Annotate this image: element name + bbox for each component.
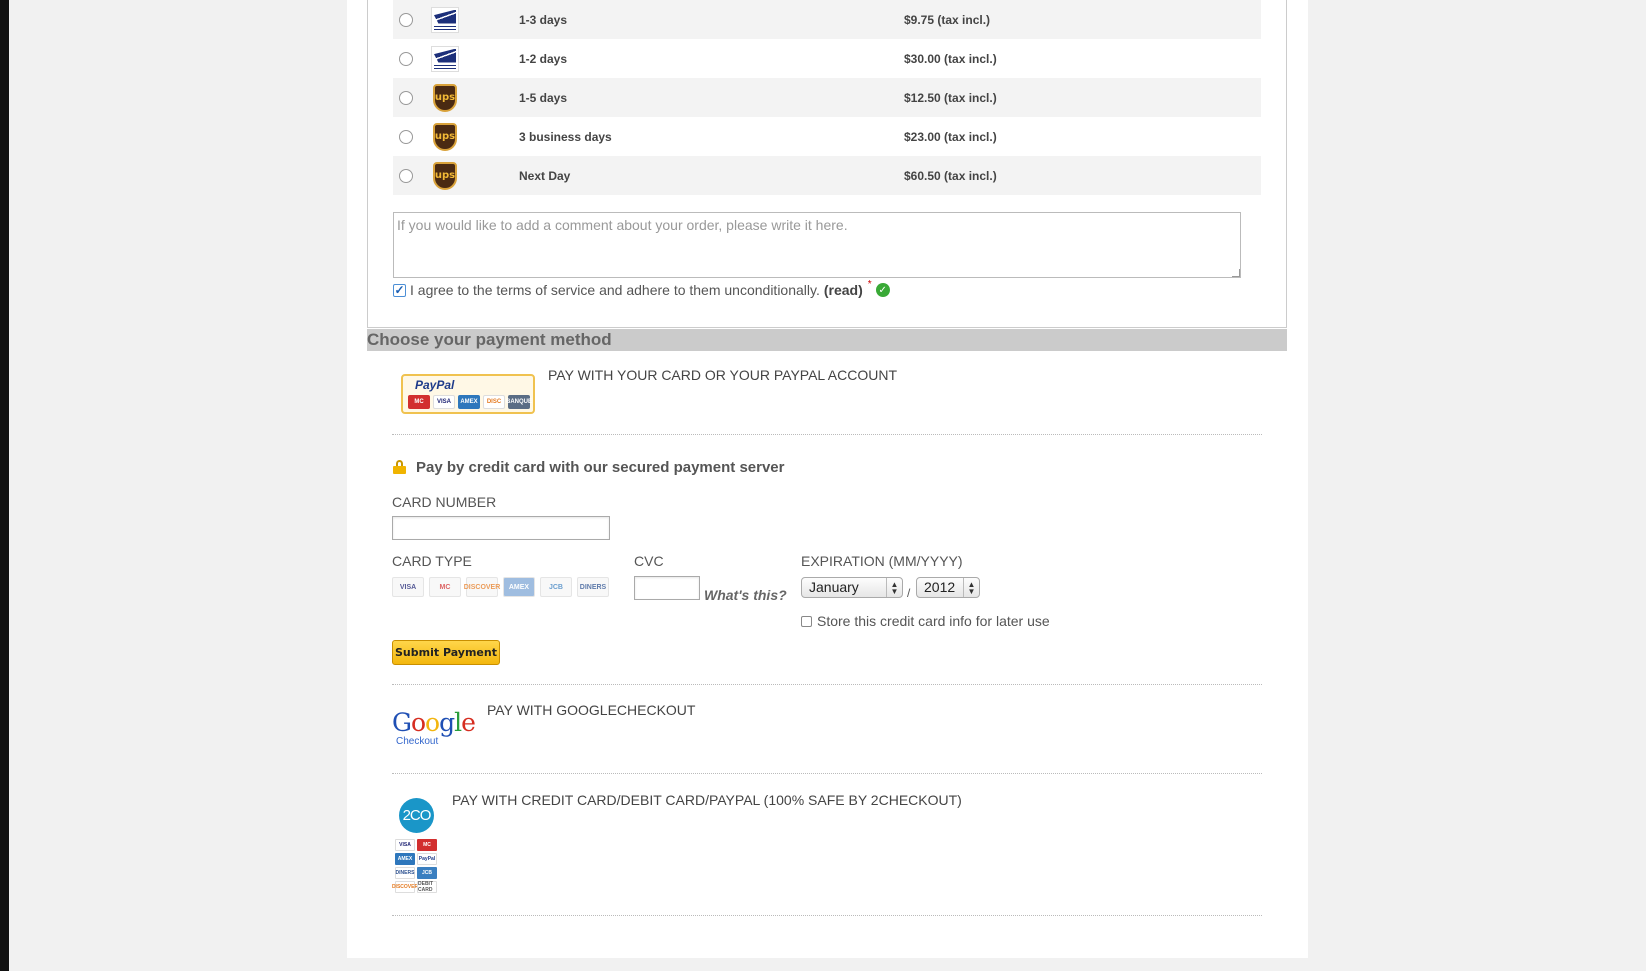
card-type-selector: VISA MC DISCOVER AMEX JCB DINERS (392, 577, 609, 597)
ups-icon: ups (431, 83, 459, 112)
carrier-price: $9.75 (tax incl.) (904, 12, 991, 27)
visa-icon: VISA (395, 839, 415, 851)
carrier-delay: 1-2 days (519, 51, 568, 66)
amex-icon: AMEX (458, 395, 480, 409)
twocheckout-logo[interactable]: 2CO (399, 798, 434, 833)
card-type-label: CARD TYPE (392, 553, 472, 569)
google-checkout-label[interactable]: PAY WITH GOOGLECHECKOUT (487, 702, 695, 718)
ups-icon: ups (431, 122, 459, 151)
check-ok-icon: ✓ (875, 283, 890, 297)
cvc-label: CVC (634, 553, 664, 569)
amex-icon: AMEX (395, 853, 415, 865)
twocheckout-option-label[interactable]: PAY WITH CREDIT CARD/DEBIT CARD/PAYPAL (… (452, 792, 962, 808)
paypal-card-icons: MC VISA AMEX DISC BANQUE (408, 395, 532, 409)
carrier-radio[interactable] (399, 12, 413, 27)
divider (392, 684, 1262, 685)
carrier-delay: 1-3 days (519, 12, 568, 27)
divider (392, 773, 1262, 774)
carrier-delay: 1-5 days (519, 90, 568, 105)
carrier-radio[interactable] (399, 51, 413, 66)
carrier-price: $12.50 (tax incl.) (904, 90, 997, 105)
paypal-logo[interactable]: PayPal MC VISA AMEX DISC BANQUE (401, 374, 535, 414)
carrier-radio[interactable] (399, 129, 413, 144)
paypal-icon: PayPal (417, 853, 437, 865)
select-arrows-icon: ▲ ▼ (963, 578, 979, 597)
carrier-list: 1-3 days $9.75 (tax incl.) 1-2 days $30.… (393, 0, 1261, 195)
carrier-option[interactable]: 1-2 days $30.00 (tax incl.) (393, 39, 1261, 78)
carrier-radio[interactable] (399, 168, 413, 183)
terms-checkbox[interactable]: ✓ (393, 283, 406, 297)
diners-icon: DINERS (395, 867, 415, 879)
carrier-option[interactable]: ups 1-5 days $12.50 (tax incl.) (393, 78, 1261, 117)
payment-section-title: Choose your payment method (367, 329, 1287, 351)
paypal-option-label[interactable]: PAY WITH YOUR CARD OR YOUR PAYPAL ACCOUN… (548, 367, 897, 383)
carrier-option[interactable]: ups Next Day $60.50 (tax incl.) (393, 156, 1261, 195)
carrier-option[interactable]: ups 3 business days $23.00 (tax incl.) (393, 117, 1261, 156)
twocheckout-card-icons: VISA MC AMEX PayPal DINERS JCB DISCOVER … (392, 839, 437, 893)
store-card-checkbox[interactable] (801, 615, 812, 627)
store-card-label: Store this credit card info for later us… (817, 613, 1050, 629)
carrier-delay: Next Day (519, 168, 571, 183)
discover-icon[interactable]: DISCOVER (464, 577, 500, 597)
jcb-icon: JCB (417, 867, 437, 879)
carrier-price: $60.50 (tax incl.) (904, 168, 997, 183)
google-checkout-logo[interactable]: Google Checkout (392, 708, 478, 748)
amex-icon[interactable]: AMEX (503, 577, 535, 597)
carrier-delay: 3 business days (519, 129, 612, 144)
usps-icon (431, 45, 459, 73)
carrier-price: $30.00 (tax incl.) (904, 51, 997, 66)
debit-card-icon: DEBIT CARD (417, 881, 437, 893)
lock-icon (393, 460, 406, 474)
paypal-logo-text: PayPal (415, 378, 455, 392)
submit-payment-button[interactable]: Submit Payment (392, 640, 500, 665)
discover-icon: DISC (483, 395, 505, 409)
visa-icon: VISA (433, 395, 455, 409)
visa-icon[interactable]: VISA (392, 577, 424, 597)
bank-card-icon: BANQUE (506, 395, 532, 409)
divider (392, 915, 1262, 916)
terms-text: I agree to the terms of service and adhe… (410, 282, 820, 298)
expiration-month-select[interactable]: January ▲ ▼ (801, 577, 903, 598)
discover-icon: DISCOVER (392, 881, 418, 893)
year-value: 2012 (924, 579, 956, 595)
carrier-price: $23.00 (tax incl.) (904, 129, 997, 144)
divider (392, 434, 1262, 435)
window-edge (0, 0, 9, 971)
cvc-input[interactable] (634, 576, 700, 600)
mastercard-icon[interactable]: MC (429, 577, 461, 597)
expiration-year-select[interactable]: 2012 ▲ ▼ (916, 577, 980, 598)
date-separator: / (907, 586, 911, 600)
required-mark: * (867, 278, 872, 290)
card-number-label: CARD NUMBER (392, 494, 497, 510)
google-logo-text: Google (392, 708, 476, 737)
cvc-help-link[interactable]: What's this? (704, 587, 787, 603)
mastercard-icon: MC (417, 839, 437, 851)
carrier-option[interactable]: 1-3 days $9.75 (tax incl.) (393, 0, 1261, 39)
mastercard-icon: MC (408, 395, 430, 409)
google-logo-sub: Checkout (396, 736, 439, 747)
usps-icon (431, 6, 459, 34)
ups-icon: ups (431, 161, 459, 190)
carrier-radio[interactable] (399, 90, 413, 105)
store-card-option: Store this credit card info for later us… (801, 613, 1050, 629)
jcb-icon[interactable]: JCB (540, 577, 572, 597)
credit-card-title: Pay by credit card with our secured paym… (416, 459, 785, 476)
diners-icon[interactable]: DINERS (577, 577, 609, 597)
card-number-input[interactable] (392, 516, 610, 540)
select-arrows-icon: ▲ ▼ (886, 578, 902, 597)
expiration-label: EXPIRATION (MM/YYYY) (801, 553, 963, 569)
terms-agreement: ✓ I agree to the terms of service and ad… (393, 278, 890, 298)
order-comment-field[interactable] (393, 212, 1241, 278)
terms-read-link[interactable]: (read) (824, 282, 863, 298)
month-value: January (809, 579, 859, 595)
resize-grip-icon[interactable] (1232, 269, 1240, 277)
